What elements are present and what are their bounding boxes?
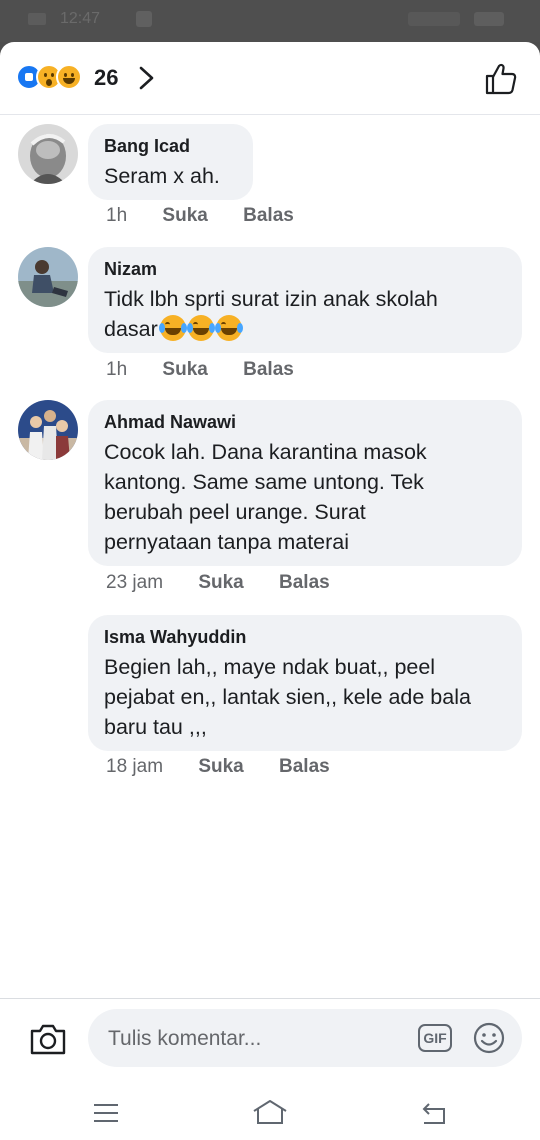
reply-button[interactable]: Balas	[243, 205, 294, 227]
haha-reaction-icon	[56, 64, 82, 90]
comment-actions: 18 jam Suka Balas	[106, 756, 360, 778]
status-icon	[28, 13, 46, 25]
comment-text-body: Tidk lbh sprti surat izin anak skolah da…	[104, 287, 438, 341]
comment-author[interactable]: Ahmad Nawawi	[104, 410, 506, 434]
comment-author[interactable]: Bang Icad	[104, 134, 237, 158]
comments-sheet: 26 Bang Icad Seram x ah. 1h Suka Balas N…	[0, 42, 540, 1140]
comment-text: Begien lah,, maye ndak buat,, peel pejab…	[104, 655, 471, 739]
status-time: 12:47	[60, 10, 101, 27]
like-comment-button[interactable]: Suka	[162, 205, 207, 227]
reply-button[interactable]: Balas	[279, 756, 330, 778]
crying-laughing-emoji-icon	[158, 315, 187, 341]
smiley-icon[interactable]	[472, 1021, 506, 1055]
like-button[interactable]	[484, 62, 518, 96]
crying-laughing-emoji-icon	[214, 315, 243, 341]
back-icon[interactable]	[420, 1101, 448, 1125]
comment-actions: 1h Suka Balas	[106, 205, 324, 227]
comment-author[interactable]: Nizam	[104, 257, 506, 281]
avatar[interactable]	[18, 124, 78, 184]
comment-text: Cocok lah. Dana karantina masok kantong.…	[104, 440, 427, 554]
comment-text: Seram x ah.	[104, 164, 220, 188]
comment-actions: 1h Suka Balas	[106, 359, 324, 381]
like-comment-button[interactable]: Suka	[162, 359, 207, 381]
crying-laughing-emoji-icon	[186, 315, 215, 341]
menu-icon[interactable]	[93, 1103, 119, 1123]
like-comment-button[interactable]: Suka	[198, 756, 243, 778]
comment-time: 1h	[106, 205, 128, 226]
comment-actions: 23 jam Suka Balas	[106, 572, 360, 594]
battery-icon	[474, 12, 504, 26]
comment-input[interactable]	[106, 1009, 410, 1069]
notification-icon	[136, 11, 152, 27]
comment-bubble[interactable]: Nizam Tidk lbh sprti surat izin anak sko…	[88, 247, 522, 353]
camera-icon[interactable]	[28, 1021, 68, 1057]
comment-time: 23 jam	[106, 572, 164, 593]
system-nav-bar	[0, 1083, 540, 1139]
gif-button[interactable]: GIF	[418, 1024, 452, 1052]
reply-button[interactable]: Balas	[279, 572, 330, 594]
comment-time: 1h	[106, 359, 128, 380]
reaction-count: 26	[94, 65, 119, 90]
avatar[interactable]	[18, 247, 78, 307]
reply-button[interactable]: Balas	[243, 359, 294, 381]
status-bar: 12:47	[0, 0, 540, 42]
reactions-header: 26	[0, 42, 540, 115]
comment-author[interactable]: Isma Wahyuddin	[104, 625, 506, 649]
comment-text: Tidk lbh sprti surat izin anak skolah da…	[104, 284, 506, 344]
signal-icons	[408, 12, 460, 26]
home-icon[interactable]	[252, 1099, 288, 1125]
comment-time: 18 jam	[106, 756, 164, 777]
comment-bubble[interactable]: Bang Icad Seram x ah.	[88, 124, 253, 200]
comment-composer: GIF	[0, 998, 540, 1139]
comment-bubble[interactable]: Ahmad Nawawi Cocok lah. Dana karantina m…	[88, 400, 522, 566]
chevron-right-icon[interactable]	[136, 66, 158, 90]
comment-input-container[interactable]: GIF	[88, 1009, 522, 1069]
comment-bubble[interactable]: Isma Wahyuddin Begien lah,, maye ndak bu…	[88, 615, 522, 751]
avatar[interactable]	[18, 400, 78, 460]
like-comment-button[interactable]: Suka	[198, 572, 243, 594]
